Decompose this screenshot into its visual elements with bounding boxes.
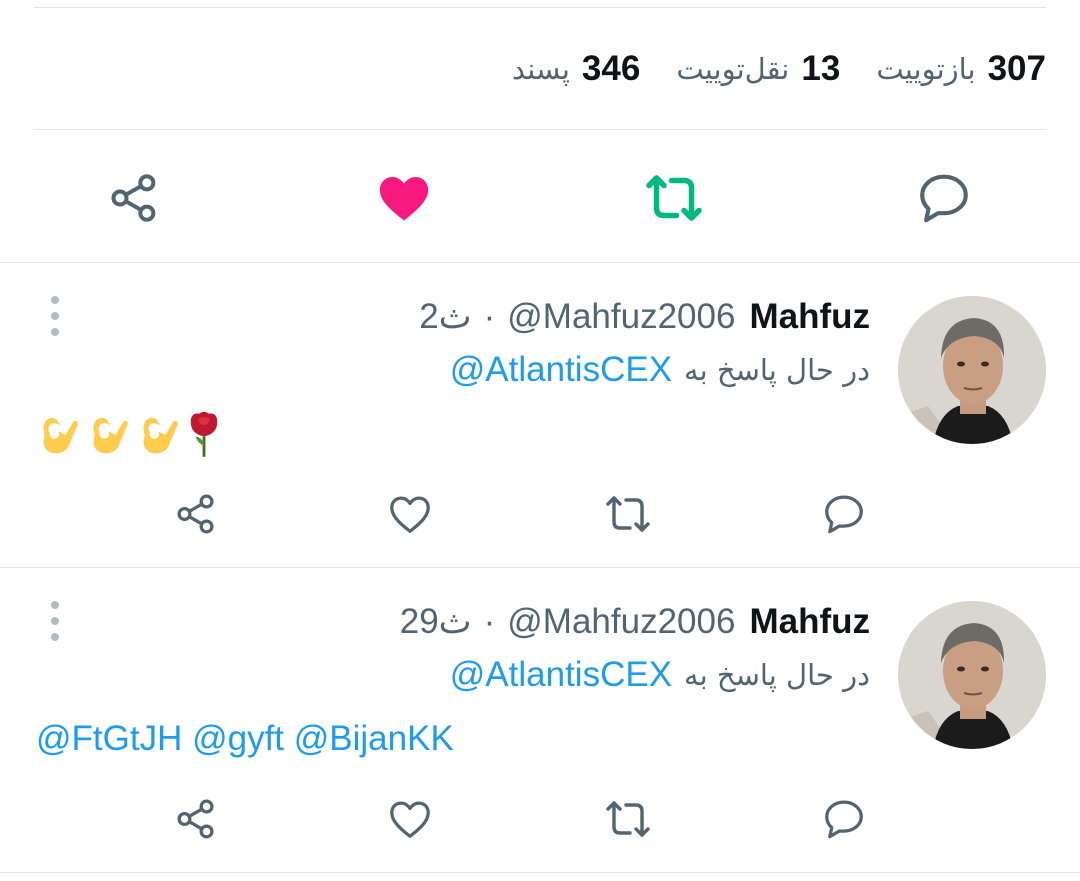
separator-dot: · bbox=[483, 602, 496, 641]
share-icon bbox=[177, 494, 214, 534]
retweet-button[interactable] bbox=[642, 166, 706, 230]
more-options-button[interactable] bbox=[48, 601, 62, 641]
quotes-stat[interactable]: نقل‌توییت 13 bbox=[676, 49, 840, 89]
reply-tweet[interactable]: 2ث · @Mahfuz2006 Mahfuz @AtlantisCEX در … bbox=[0, 296, 1080, 564]
reply-share-button[interactable] bbox=[172, 490, 220, 538]
reply-reply-button[interactable] bbox=[820, 795, 868, 843]
replying-to-label: در حال پاسخ به bbox=[684, 658, 870, 692]
actions-divider bbox=[0, 262, 1080, 263]
bottom-divider bbox=[0, 872, 1080, 873]
heart-filled-icon bbox=[379, 176, 429, 221]
ok-hand-emoji bbox=[143, 417, 178, 454]
reply-divider bbox=[0, 567, 1080, 568]
tweet-stats: بازتوییت 307 نقل‌توییت 13 پسند 346 bbox=[512, 44, 1046, 94]
user-handle[interactable]: @Mahfuz2006 bbox=[507, 297, 735, 337]
reply-like-button[interactable] bbox=[386, 795, 434, 843]
reply-button[interactable] bbox=[912, 166, 976, 230]
replying-to-mention[interactable]: @AtlantisCEX bbox=[450, 350, 672, 390]
likes-stat[interactable]: پسند 346 bbox=[512, 49, 640, 89]
user-name[interactable]: Mahfuz bbox=[749, 297, 870, 337]
avatar-photo bbox=[898, 601, 1046, 749]
replying-to-label: در حال پاسخ به bbox=[684, 353, 870, 387]
stats-divider bbox=[34, 129, 1046, 130]
reply-retweet-button[interactable] bbox=[604, 490, 652, 538]
heart-icon bbox=[390, 801, 430, 838]
avatar-photo bbox=[898, 296, 1046, 444]
reply-header: 2ث · @Mahfuz2006 Mahfuz bbox=[419, 296, 870, 338]
replying-to: @AtlantisCEX در حال پاسخ به bbox=[450, 653, 870, 697]
retweet-icon bbox=[606, 801, 650, 837]
tweet-text: @FtGtJH @gyft @BijanKK bbox=[36, 713, 454, 765]
comment-icon bbox=[920, 174, 968, 223]
user-name[interactable]: Mahfuz bbox=[749, 602, 870, 642]
ok-hand-emoji bbox=[93, 417, 128, 454]
like-button[interactable] bbox=[372, 166, 436, 230]
separator-dot: · bbox=[483, 297, 496, 336]
share-icon bbox=[111, 174, 156, 222]
retweets-label: بازتوییت bbox=[876, 52, 976, 86]
rose-emoji bbox=[190, 411, 218, 457]
quotes-count: 13 bbox=[801, 49, 841, 88]
share-button[interactable] bbox=[102, 166, 166, 230]
user-handle[interactable]: @Mahfuz2006 bbox=[507, 602, 735, 642]
reply-tweet[interactable]: 29ث · @Mahfuz2006 Mahfuz @AtlantisCEX در… bbox=[0, 601, 1080, 869]
likes-label: پسند bbox=[512, 52, 570, 86]
heart-icon bbox=[390, 496, 430, 533]
retweet-icon bbox=[646, 175, 702, 221]
replying-to: @AtlantisCEX در حال پاسخ به bbox=[450, 348, 870, 392]
avatar[interactable] bbox=[898, 601, 1046, 749]
share-icon bbox=[177, 799, 214, 839]
tweet-text bbox=[36, 408, 222, 460]
timestamp[interactable]: 29ث bbox=[400, 602, 472, 642]
reply-retweet-button[interactable] bbox=[604, 795, 652, 843]
top-divider bbox=[34, 7, 1046, 8]
reply-header: 29ث · @Mahfuz2006 Mahfuz bbox=[400, 601, 870, 643]
more-options-button[interactable] bbox=[48, 296, 62, 336]
ok-hand-emoji bbox=[43, 417, 78, 454]
reply-share-button[interactable] bbox=[172, 795, 220, 843]
replying-to-mention[interactable]: @AtlantisCEX bbox=[450, 655, 672, 695]
comment-icon bbox=[825, 495, 863, 534]
reply-like-button[interactable] bbox=[386, 490, 434, 538]
tweet-mentions[interactable]: @FtGtJH @gyft @BijanKK bbox=[36, 719, 454, 759]
retweets-count: 307 bbox=[987, 49, 1046, 88]
avatar[interactable] bbox=[898, 296, 1046, 444]
quotes-label: نقل‌توییت bbox=[676, 52, 790, 86]
retweet-icon bbox=[606, 496, 650, 532]
timestamp[interactable]: 2ث bbox=[419, 297, 471, 337]
likes-count: 346 bbox=[581, 49, 641, 88]
comment-icon bbox=[825, 800, 863, 839]
retweets-stat[interactable]: بازتوییت 307 bbox=[876, 49, 1046, 89]
reply-reply-button[interactable] bbox=[820, 490, 868, 538]
